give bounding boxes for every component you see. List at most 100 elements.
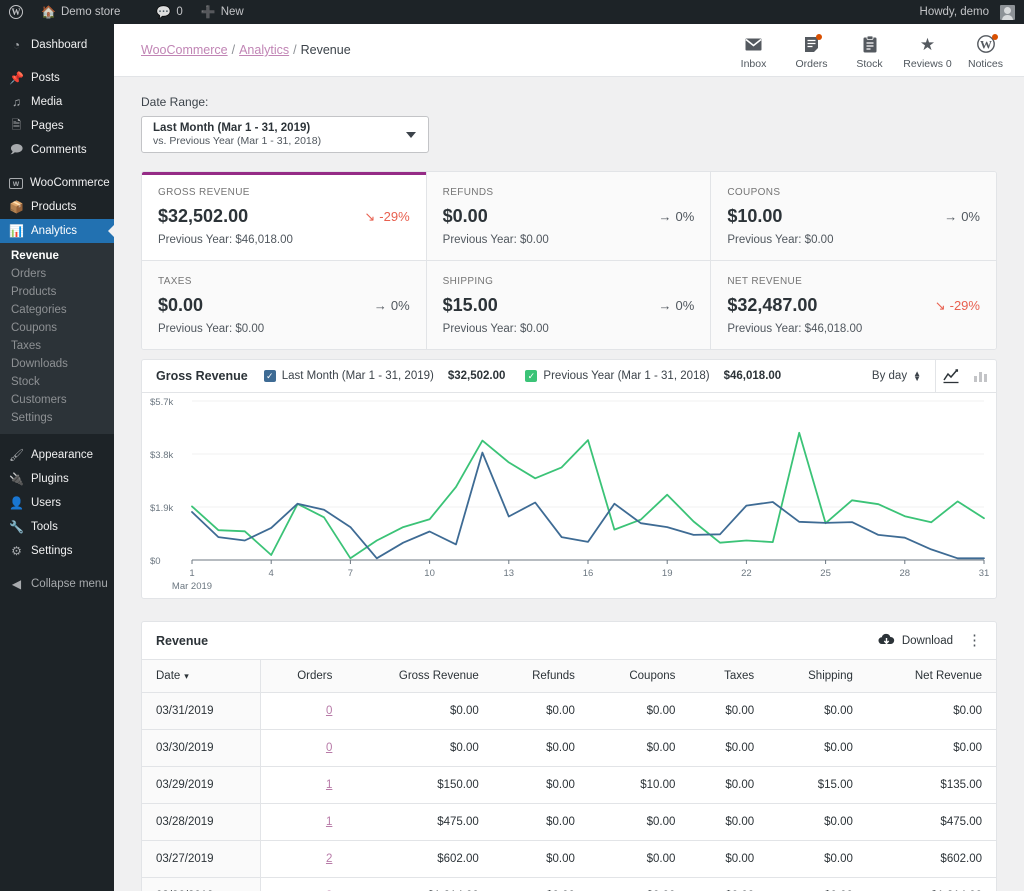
- cell-refunds: $0.00: [492, 766, 589, 804]
- column-header-refunds[interactable]: Refunds: [492, 660, 589, 693]
- sidebar-item-label: WooCommerce: [30, 177, 110, 189]
- orders-count-link[interactable]: 0: [326, 705, 332, 717]
- sidebar-collapse-menu[interactable]: ◀ Collapse menu: [0, 572, 114, 596]
- arrow-right-icon: →: [658, 209, 672, 224]
- column-header-taxes[interactable]: Taxes: [689, 660, 769, 693]
- sidebar-divider-4: [0, 563, 114, 572]
- sidebar-item-appearance[interactable]: 🖌 Appearance: [0, 443, 114, 467]
- summary-card-row: $0.00 → 0%: [443, 206, 695, 227]
- sidebar-item-settings[interactable]: ⚙ Settings: [0, 539, 114, 563]
- interval-selector[interactable]: By day ▲ ▼: [872, 370, 935, 383]
- sidebar-item-plugins[interactable]: 🔌 Plugins: [0, 467, 114, 491]
- plug-icon: 🔌: [9, 472, 24, 486]
- sidebar-item-label: Appearance: [31, 449, 94, 461]
- download-button[interactable]: Download: [878, 633, 953, 649]
- analytics-icon: 📊: [9, 224, 24, 238]
- admin-bar-new[interactable]: ➕ New: [192, 0, 253, 24]
- cell-date: 03/28/2019: [142, 803, 261, 841]
- header-action-orders[interactable]: Orders: [783, 31, 840, 70]
- summary-card-refunds[interactable]: REFUNDS $0.00 → 0% Previous Year: $0.00: [426, 172, 712, 261]
- column-header-coupons[interactable]: Coupons: [588, 660, 690, 693]
- sidebar-item-tools[interactable]: 🔧 Tools: [0, 515, 114, 539]
- summary-card-net-revenue[interactable]: NET REVENUE $32,487.00 ↘ -29% Previous Y…: [711, 261, 996, 349]
- bar-chart-icon[interactable]: [966, 369, 996, 384]
- cell-date: 03/29/2019: [142, 766, 261, 804]
- sidebar-item-products[interactable]: 📦 Products: [0, 195, 114, 219]
- column-header-orders[interactable]: Orders: [260, 660, 347, 693]
- svg-text:Mar 2019: Mar 2019: [172, 581, 212, 592]
- sidebar-item-dashboard[interactable]: ◔ Dashboard: [0, 33, 114, 57]
- cell-gross-revenue: $1,214.00: [346, 877, 493, 891]
- summary-card-delta: → 0%: [659, 209, 695, 224]
- column-header-shipping[interactable]: Shipping: [768, 660, 867, 693]
- column-header-net-revenue[interactable]: Net Revenue: [866, 660, 996, 693]
- date-range-picker[interactable]: Last Month (Mar 1 - 31, 2019) vs. Previo…: [141, 116, 429, 153]
- legend-checkbox[interactable]: ✓: [263, 370, 276, 382]
- breadcrumb-link-analytics[interactable]: Analytics: [239, 43, 289, 57]
- summary-card-taxes[interactable]: TAXES $0.00 → 0% Previous Year: $0.00: [142, 261, 427, 349]
- cell-refunds: $0.00: [492, 803, 589, 841]
- orders-count-link[interactable]: 1: [326, 816, 332, 828]
- sidebar-item-posts[interactable]: 📌 Posts: [0, 66, 114, 90]
- submenu-item-revenue[interactable]: Revenue: [0, 247, 114, 265]
- header-action-reviews[interactable]: ★ Reviews 0: [899, 31, 956, 70]
- svg-text:1: 1: [189, 568, 194, 579]
- more-options-icon[interactable]: ⋮: [967, 633, 982, 648]
- orders-count-link[interactable]: 2: [326, 853, 332, 865]
- legend-item-previous[interactable]: ✓ Previous Year (Mar 1 - 31, 2018) $46,0…: [525, 370, 781, 382]
- line-chart-icon[interactable]: [936, 368, 966, 384]
- summary-card-delta: ↘ -29%: [935, 298, 980, 314]
- sidebar-item-comments[interactable]: 🗩 Comments: [0, 138, 114, 162]
- admin-bar-wp-logo[interactable]: W: [0, 0, 32, 24]
- submenu-item-downloads[interactable]: Downloads: [0, 355, 114, 373]
- admin-bar-site-name[interactable]: 🏠 Demo store: [32, 0, 129, 24]
- orders-count-link[interactable]: 1: [326, 779, 332, 791]
- date-range-secondary: vs. Previous Year (Mar 1 - 31, 2018): [153, 135, 322, 148]
- svg-text:19: 19: [662, 568, 673, 579]
- sidebar-item-media[interactable]: ♫ Media: [0, 90, 114, 114]
- admin-bar-comments[interactable]: 💬 0: [147, 0, 191, 24]
- summary-card-delta: → 0%: [944, 209, 980, 224]
- sidebar-item-label: Tools: [31, 521, 58, 533]
- column-header-gross-revenue[interactable]: Gross Revenue: [346, 660, 493, 693]
- summary-card-shipping[interactable]: SHIPPING $15.00 → 0% Previous Year: $0.0…: [426, 261, 712, 349]
- legend-item-current[interactable]: ✓ Last Month (Mar 1 - 31, 2019) $32,502.…: [263, 370, 505, 382]
- header-action-label: Notices: [967, 57, 1003, 70]
- column-header-date[interactable]: Date ▾: [142, 660, 261, 693]
- chart-card: Gross Revenue ✓ Last Month (Mar 1 - 31, …: [141, 359, 997, 599]
- summary-card-gross-revenue[interactable]: GROSS REVENUE $32,502.00 ↘ -29% Previous…: [142, 172, 427, 261]
- submenu-item-customers[interactable]: Customers: [0, 391, 114, 409]
- orders-count-link[interactable]: 0: [326, 742, 332, 754]
- sidebar-item-woocommerce[interactable]: w WooCommerce: [0, 171, 114, 195]
- svg-text:4: 4: [269, 568, 274, 579]
- submenu-item-coupons[interactable]: Coupons: [0, 319, 114, 337]
- pages-icon: 🗎: [11, 117, 22, 132]
- comment-bubble-icon: 💬: [156, 5, 172, 19]
- submenu-item-products[interactable]: Products: [0, 283, 114, 301]
- svg-text:7: 7: [348, 568, 353, 579]
- submenu-item-settings[interactable]: Settings: [0, 409, 114, 427]
- sidebar-item-pages[interactable]: 🗎 Pages: [0, 114, 114, 138]
- header-action-inbox[interactable]: Inbox: [725, 31, 782, 70]
- summary-card-previous: Previous Year: $0.00: [442, 323, 549, 335]
- submenu-item-taxes[interactable]: Taxes: [0, 337, 114, 355]
- submenu-item-stock[interactable]: Stock: [0, 373, 114, 391]
- chart-header: Gross Revenue ✓ Last Month (Mar 1 - 31, …: [142, 359, 996, 393]
- legend-checkbox[interactable]: ✓: [525, 370, 538, 382]
- header-action-notices[interactable]: W Notices: [957, 31, 1014, 70]
- cell-coupons: $0.00: [588, 877, 690, 891]
- admin-sidebar: ◔ Dashboard 📌 Posts ♫ Media 🗎 Pages 🗩 Co…: [0, 24, 114, 891]
- collapse-arrow-icon: ◀: [11, 577, 22, 591]
- sidebar-item-users[interactable]: 👤 Users: [0, 491, 114, 515]
- table-body: 03/31/2019 0 $0.00 $0.00 $0.00 $0.00 $0.00 $0.0…: [142, 692, 996, 891]
- settings-icon: ⚙: [11, 544, 22, 558]
- header-action-stock[interactable]: Stock: [841, 31, 898, 70]
- products-icon: 📦: [9, 200, 24, 214]
- submenu-item-categories[interactable]: Categories: [0, 301, 114, 319]
- breadcrumb-link-woocommerce[interactable]: WooCommerce: [141, 43, 228, 57]
- admin-bar-my-account[interactable]: Howdy, demo: [911, 0, 1024, 24]
- cell-date: 03/27/2019: [142, 840, 261, 878]
- submenu-item-orders[interactable]: Orders: [0, 265, 114, 283]
- sidebar-item-analytics[interactable]: 📊 Analytics: [0, 219, 114, 243]
- summary-card-coupons[interactable]: COUPONS $10.00 → 0% Previous Year: $0.00: [711, 172, 996, 261]
